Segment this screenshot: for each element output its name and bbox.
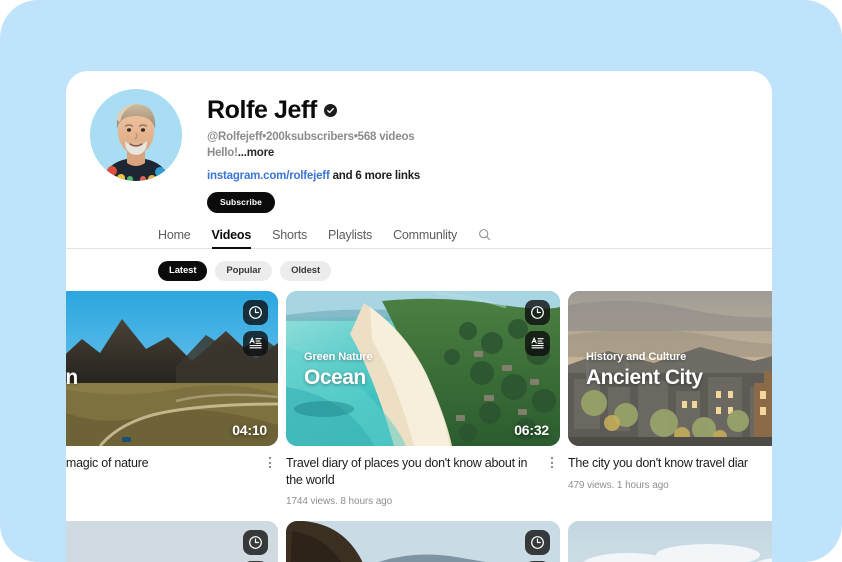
tab-videos[interactable]: Videos (211, 221, 251, 250)
channel-links: instagram.com/rolfejeff and 6 more links (207, 170, 420, 182)
channel-description-more[interactable]: ...more (238, 147, 275, 159)
channel-description-text: Hello! (207, 146, 238, 159)
thumbnail-title: Ocean (304, 365, 366, 389)
avatar[interactable] (90, 89, 182, 181)
video-card[interactable] (66, 520, 278, 562)
video-card[interactable]: ntain 04:10 e magic of nature (66, 291, 278, 507)
video-grid: ntain 04:10 e magic of nature (66, 291, 772, 562)
channel-header: Rolfe Jeff @Rolfejeff•200ksubscribers•56… (66, 71, 772, 214)
video-duration: 06:32 (514, 422, 549, 439)
video-card-text: e magic of nature (66, 455, 262, 479)
avatar-image (90, 89, 182, 181)
thumbnail-title: Ancient City (586, 365, 703, 389)
search-icon[interactable] (478, 228, 491, 241)
channel-tabs: Home Videos Shorts Playlists Communlity (158, 221, 772, 250)
channel-more-links[interactable]: and 6 more links (330, 170, 421, 182)
video-meta: 479 views. 1 hours ago (568, 479, 669, 491)
video-title[interactable]: The city you don't know travel diar (568, 455, 772, 471)
clock-icon[interactable] (243, 529, 268, 555)
verified-badge-icon (323, 103, 337, 117)
app-window: Rolfe Jeff @Rolfejeff•200ksubscribers•56… (66, 71, 772, 562)
more-options-icon[interactable] (262, 455, 278, 469)
thumbnail-image-natural (568, 520, 772, 562)
clock-icon[interactable] (525, 529, 550, 555)
tab-community[interactable]: Communlity (393, 221, 457, 248)
video-card-text: Travel diary of places you don't know ab… (286, 455, 544, 507)
thumbnail-caption: History and Culture Ancient City (586, 351, 703, 390)
page-title: Rolfe Jeff (207, 96, 317, 124)
channel-stats: @Rolfejeff•200ksubscribers•568 videos (207, 131, 415, 144)
thumbnail-title: ntain (66, 365, 78, 389)
video-thumbnail[interactable]: History and Culture Ancient City 0 (568, 291, 772, 447)
video-card[interactable]: Green Nature Ocean 06:32 Travel diary of… (286, 291, 560, 507)
chip-latest[interactable]: Latest (158, 261, 208, 282)
channel-name-row: Rolfe Jeff (207, 97, 420, 123)
clock-icon[interactable] (525, 300, 550, 326)
subtitles-icon[interactable] (243, 331, 268, 357)
channel-identity: Rolfe Jeff @Rolfejeff•200ksubscribers•56… (207, 89, 420, 214)
video-title[interactable]: Travel diary of places you don't know ab… (286, 455, 544, 488)
video-duration: 04:10 (232, 422, 267, 439)
channel-primary-link[interactable]: instagram.com/rolfejeff (207, 170, 330, 182)
subscribe-button[interactable]: Subscribe (207, 192, 275, 214)
subtitles-icon[interactable] (525, 331, 550, 357)
chip-popular[interactable]: Popular (215, 261, 273, 282)
video-card[interactable]: History and Culture Ancient City 0 The c… (568, 291, 772, 507)
video-title[interactable]: e magic of nature (66, 455, 262, 471)
thumbnail-kicker: History and Culture (586, 351, 687, 364)
thumbnail-image-pleasant (286, 520, 560, 562)
video-thumbnail[interactable]: Green Nature Ocean 06:32 (286, 291, 560, 447)
filter-chips: Latest Popular Oldest (66, 249, 772, 291)
video-card[interactable]: Pleasant scenery (286, 520, 560, 562)
video-thumbnail[interactable] (66, 520, 278, 562)
thumbnail-kicker: Green Nature (304, 351, 373, 364)
thumbnail-overlay-buttons (525, 300, 550, 357)
tab-playlists[interactable]: Playlists (328, 221, 372, 248)
chip-oldest[interactable]: Oldest (280, 261, 332, 282)
video-thumbnail[interactable]: ntain 04:10 (66, 291, 278, 447)
thumbnail-overlay-buttons (243, 300, 268, 357)
video-card-body: e magic of nature (66, 446, 278, 479)
thumbnail-caption: ntain (66, 365, 78, 391)
video-meta: 1744 views. 8 hours ago (286, 495, 393, 507)
video-card-text: The city you don't know travel diar 479 … (568, 455, 772, 490)
video-card-body: The city you don't know travel diar 479 … (568, 446, 772, 490)
page-canvas: Rolfe Jeff @Rolfejeff•200ksubscribers•56… (0, 0, 842, 562)
clock-icon[interactable] (243, 300, 268, 326)
video-thumbnail[interactable]: Natural scenery (568, 520, 772, 562)
more-options-icon[interactable] (544, 455, 560, 469)
channel-tabs-bar: Home Videos Shorts Playlists Communlity (66, 221, 772, 250)
video-card-body: Travel diary of places you don't know ab… (286, 446, 560, 507)
tab-home[interactable]: Home (158, 221, 191, 248)
thumbnail-overlay-buttons (525, 529, 550, 562)
tab-shorts[interactable]: Shorts (272, 221, 307, 248)
channel-description: Hello!...more (207, 146, 420, 162)
video-thumbnail[interactable]: Pleasant scenery (286, 520, 560, 562)
thumbnail-caption: Green Nature Ocean (304, 351, 373, 390)
video-card[interactable]: Natural scenery (568, 520, 772, 562)
thumbnail-overlay-buttons (243, 529, 268, 562)
